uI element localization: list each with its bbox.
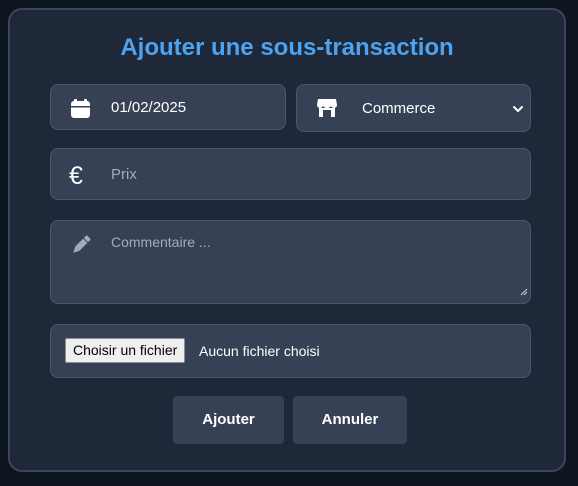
add-subtransaction-modal: Ajouter une sous-transaction 01/02/2025 …	[8, 8, 566, 472]
cancel-button[interactable]: Annuler	[293, 396, 407, 444]
calendar-icon	[71, 99, 90, 123]
store-icon	[317, 98, 337, 123]
category-value: Commerce	[362, 100, 436, 117]
file-upload-field: Choisir un fichier Aucun fichier choisi	[50, 324, 531, 378]
price-placeholder: Prix	[111, 166, 137, 183]
pencil-icon	[70, 234, 92, 261]
chevron-down-icon	[512, 102, 524, 120]
comment-textarea[interactable]: Commentaire ...	[50, 220, 531, 304]
choose-file-button[interactable]: Choisir un fichier	[65, 338, 186, 363]
euro-icon: €	[69, 162, 83, 190]
modal-title: Ajouter une sous-transaction	[120, 34, 454, 61]
category-select[interactable]: Commerce	[296, 84, 531, 132]
date-value: 01/02/2025	[111, 99, 187, 116]
price-input[interactable]: € Prix	[50, 148, 531, 200]
file-status-text: Aucun fichier choisi	[199, 343, 320, 359]
add-button[interactable]: Ajouter	[173, 396, 284, 444]
comment-placeholder: Commentaire ...	[111, 234, 211, 250]
resize-handle-icon[interactable]	[520, 283, 528, 301]
date-field[interactable]: 01/02/2025	[50, 84, 286, 130]
